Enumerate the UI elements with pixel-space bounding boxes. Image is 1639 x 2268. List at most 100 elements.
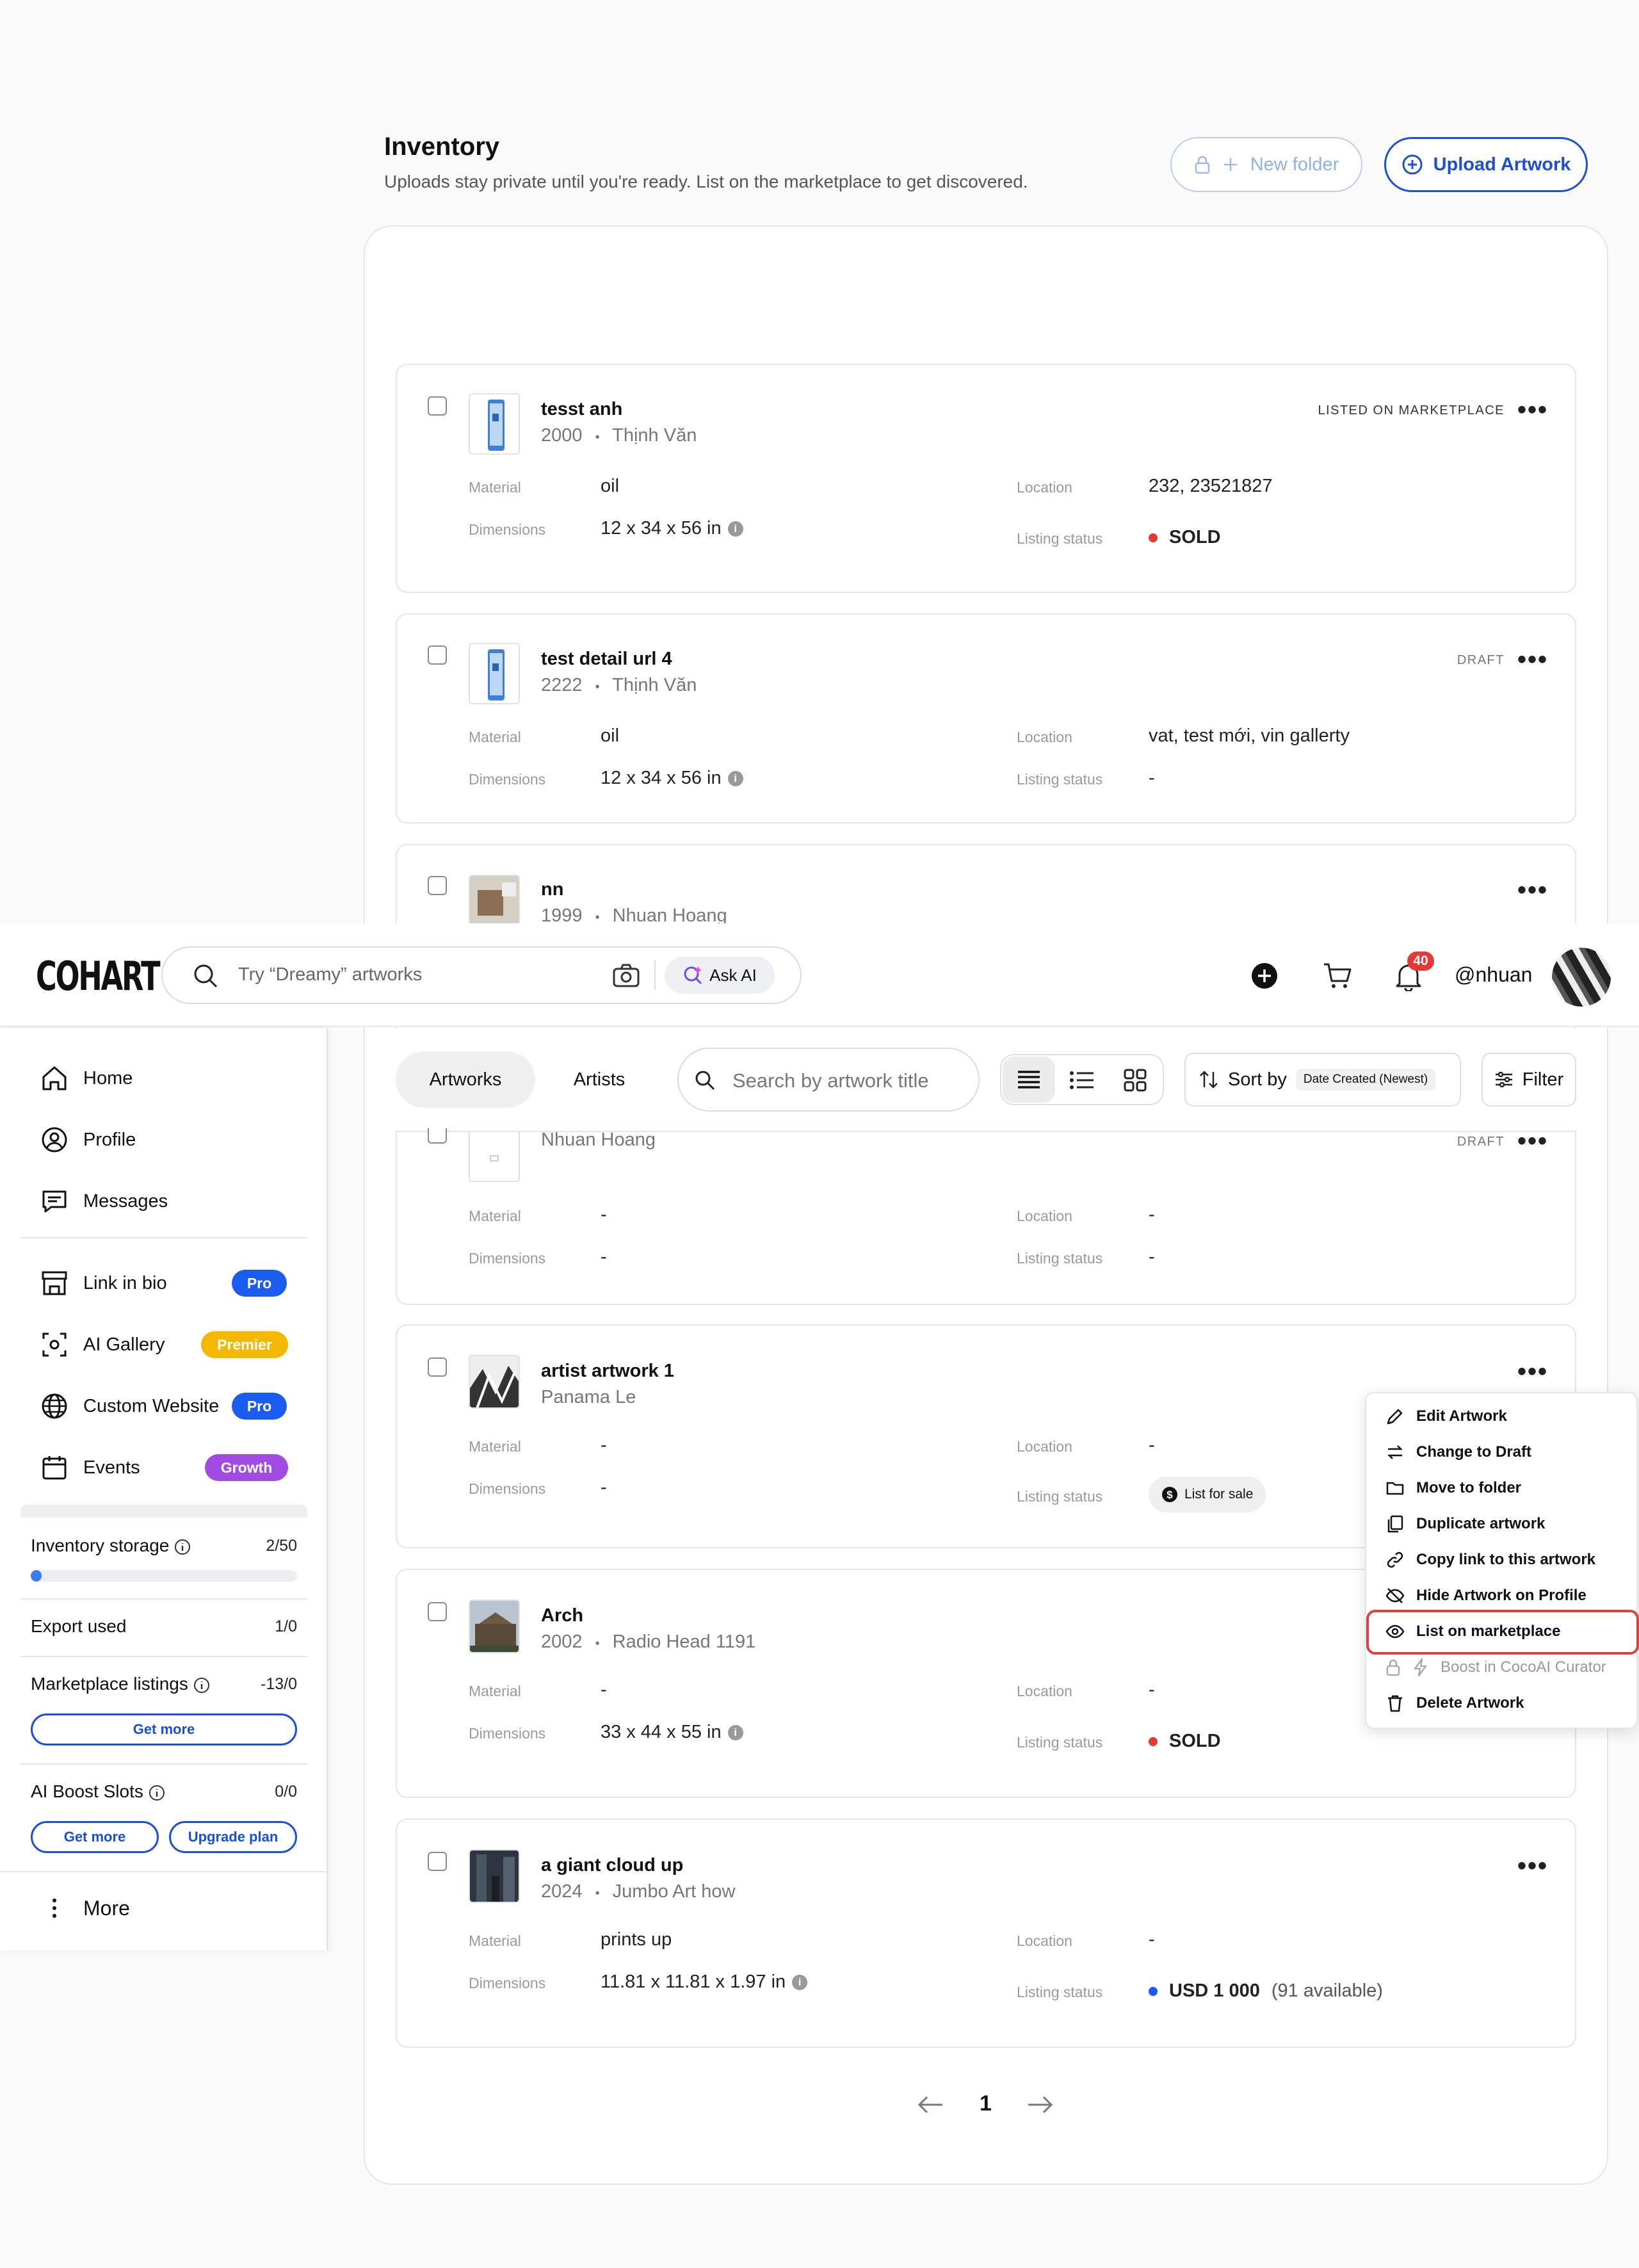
artwork-checkbox[interactable] <box>428 396 447 416</box>
artwork-checkbox[interactable] <box>428 1128 447 1144</box>
upload-artwork-label: Upload Artwork <box>1433 154 1571 175</box>
artwork-thumbnail[interactable] <box>469 643 520 704</box>
artwork-thumbnail[interactable] <box>469 1600 520 1653</box>
more-actions-button[interactable]: ••• <box>1517 647 1548 672</box>
menu-item-delete-artwork[interactable]: Delete Artwork <box>1385 1689 1524 1717</box>
listing-status-label: Listing status <box>1017 771 1103 788</box>
artwork-artist: Thịnh Văn <box>612 425 697 446</box>
more-actions-button[interactable]: ••• <box>1517 1128 1548 1154</box>
menu-item-duplicate-artwork[interactable]: Duplicate artwork <box>1385 1510 1545 1538</box>
menu-item-edit-artwork[interactable]: Edit Artwork <box>1385 1402 1507 1430</box>
info-icon[interactable]: i <box>792 1975 808 1991</box>
menu-item-move-to-folder[interactable]: Move to folder <box>1385 1474 1521 1502</box>
sidebar-item-events[interactable]: Events Growth <box>41 1448 310 1487</box>
page-number-current[interactable]: 1 <box>980 2091 992 2116</box>
status-badge: LISTED ON MARKETPLACE <box>1318 403 1505 417</box>
menu-item-hide-on-profile[interactable]: Hide Artwork on Profile <box>1385 1582 1587 1610</box>
artwork-card[interactable] <box>396 364 1576 593</box>
artwork-thumbnail[interactable] <box>469 1849 520 1903</box>
artwork-title[interactable]: a giant cloud up <box>541 1855 683 1876</box>
artwork-title[interactable]: nn <box>541 879 563 900</box>
artwork-title[interactable]: tesst anh <box>541 399 622 420</box>
sort-label: Sort by <box>1228 1069 1287 1090</box>
info-icon[interactable]: i <box>727 771 743 787</box>
ask-ai-button[interactable]: Ask AI <box>665 957 775 994</box>
menu-item-label: Delete Artwork <box>1416 1694 1524 1712</box>
get-more-listings-button[interactable]: Get more <box>31 1713 297 1746</box>
sidebar-item-custom-website[interactable]: Custom Website Pro <box>41 1387 310 1425</box>
new-folder-button[interactable]: New folder <box>1170 137 1362 192</box>
sidebar-item-link-in-bio[interactable]: Link in bio Pro <box>41 1264 310 1302</box>
dimensions-label: Dimensions <box>469 521 546 538</box>
more-actions-button[interactable]: ••• <box>1517 1359 1548 1384</box>
artwork-title[interactable]: Arch <box>541 1605 583 1626</box>
sort-button[interactable]: Sort by Date Created (Newest) <box>1184 1053 1461 1106</box>
sidebar-item-messages[interactable]: Messages <box>41 1182 168 1220</box>
info-icon[interactable] <box>149 1785 165 1801</box>
sidebar-item-more[interactable]: More <box>41 1889 130 1927</box>
new-folder-label: New folder <box>1250 154 1339 175</box>
artwork-thumbnail[interactable] <box>469 1355 520 1409</box>
plus-icon <box>1222 156 1239 173</box>
artwork-card[interactable] <box>396 613 1576 823</box>
artwork-title[interactable]: test detail url 4 <box>541 649 672 670</box>
ai-boost-slots-label: AI Boost Slots <box>31 1781 165 1802</box>
artwork-checkbox[interactable] <box>428 645 447 665</box>
artwork-checkbox[interactable] <box>428 876 447 895</box>
meta-separator: • <box>595 680 600 694</box>
info-icon[interactable]: i <box>727 521 743 537</box>
info-icon[interactable] <box>174 1539 191 1555</box>
prev-page-icon[interactable] <box>917 2095 944 2114</box>
get-more-boost-button[interactable]: Get more <box>31 1821 159 1853</box>
sidebar-item-profile[interactable]: Profile <box>41 1121 136 1159</box>
upload-artwork-button[interactable]: Upload Artwork <box>1384 137 1588 192</box>
eye-icon <box>1385 1622 1405 1641</box>
add-icon[interactable] <box>1251 962 1278 989</box>
cart-icon[interactable] <box>1323 962 1352 990</box>
camera-icon[interactable] <box>612 963 640 989</box>
tab-artworks[interactable]: Artworks <box>396 1051 535 1108</box>
filter-button[interactable]: Filter <box>1482 1053 1576 1106</box>
artwork-search-placeholder[interactable]: Search by artwork title <box>732 1069 929 1092</box>
info-icon[interactable] <box>193 1677 210 1694</box>
tab-artists[interactable]: Artists <box>549 1051 649 1108</box>
cohart-logo[interactable]: COHART <box>36 953 161 1000</box>
more-actions-button[interactable]: ••• <box>1517 877 1548 903</box>
artwork-artist: Radio Head 1191 <box>612 1632 756 1652</box>
artwork-card[interactable] <box>396 1818 1576 2048</box>
upgrade-plan-button[interactable]: Upgrade plan <box>169 1821 297 1853</box>
sidebar-item-home[interactable]: Home <box>41 1059 133 1098</box>
artwork-thumbnail[interactable] <box>469 393 520 455</box>
artwork-thumbnail[interactable] <box>469 1132 520 1182</box>
artwork-checkbox[interactable] <box>428 1357 447 1377</box>
artwork-checkbox[interactable] <box>428 1852 447 1871</box>
artwork-thumbnail[interactable] <box>469 875 520 926</box>
artwork-artist: Panama Le <box>541 1387 636 1407</box>
menu-item-label: Copy link to this artwork <box>1416 1551 1596 1568</box>
grid-view-icon[interactable] <box>1123 1068 1147 1092</box>
avatar[interactable] <box>1552 948 1611 1007</box>
username[interactable]: @nhuan <box>1455 963 1532 987</box>
next-page-icon[interactable] <box>1027 2095 1054 2114</box>
dimensions-text: 11.81 x 11.81 x 1.97 in <box>601 1972 786 1992</box>
info-icon[interactable]: i <box>727 1725 743 1741</box>
notification-count-badge: 40 <box>1407 952 1434 971</box>
more-actions-button[interactable]: ••• <box>1517 1853 1548 1879</box>
home-icon <box>41 1065 68 1092</box>
sort-icon <box>1199 1069 1219 1090</box>
location-value: - <box>1149 1929 1155 1950</box>
global-search-placeholder[interactable]: Try “Dreamy” artworks <box>238 964 422 985</box>
list-for-sale-button[interactable]: $ List for sale <box>1149 1477 1266 1512</box>
menu-item-list-on-marketplace[interactable]: List on marketplace <box>1385 1617 1560 1646</box>
list-view-icon[interactable] <box>1069 1069 1095 1091</box>
more-actions-button[interactable]: ••• <box>1517 397 1548 423</box>
menu-item-change-to-draft[interactable]: Change to Draft <box>1385 1438 1531 1466</box>
menu-item-label: Boost in CocoAI Curator <box>1441 1658 1606 1676</box>
material-label: Material <box>469 729 521 745</box>
artwork-title[interactable]: artist artwork 1 <box>541 1361 674 1382</box>
menu-item-copy-link[interactable]: Copy link to this artwork <box>1385 1546 1595 1574</box>
sidebar-item-ai-gallery[interactable]: AI Gallery Premier <box>41 1325 310 1364</box>
artwork-checkbox[interactable] <box>428 1602 447 1621</box>
premier-pill: Premier <box>201 1331 288 1358</box>
menu-item-boost-cocoai: Boost in CocoAI Curator <box>1385 1653 1606 1681</box>
